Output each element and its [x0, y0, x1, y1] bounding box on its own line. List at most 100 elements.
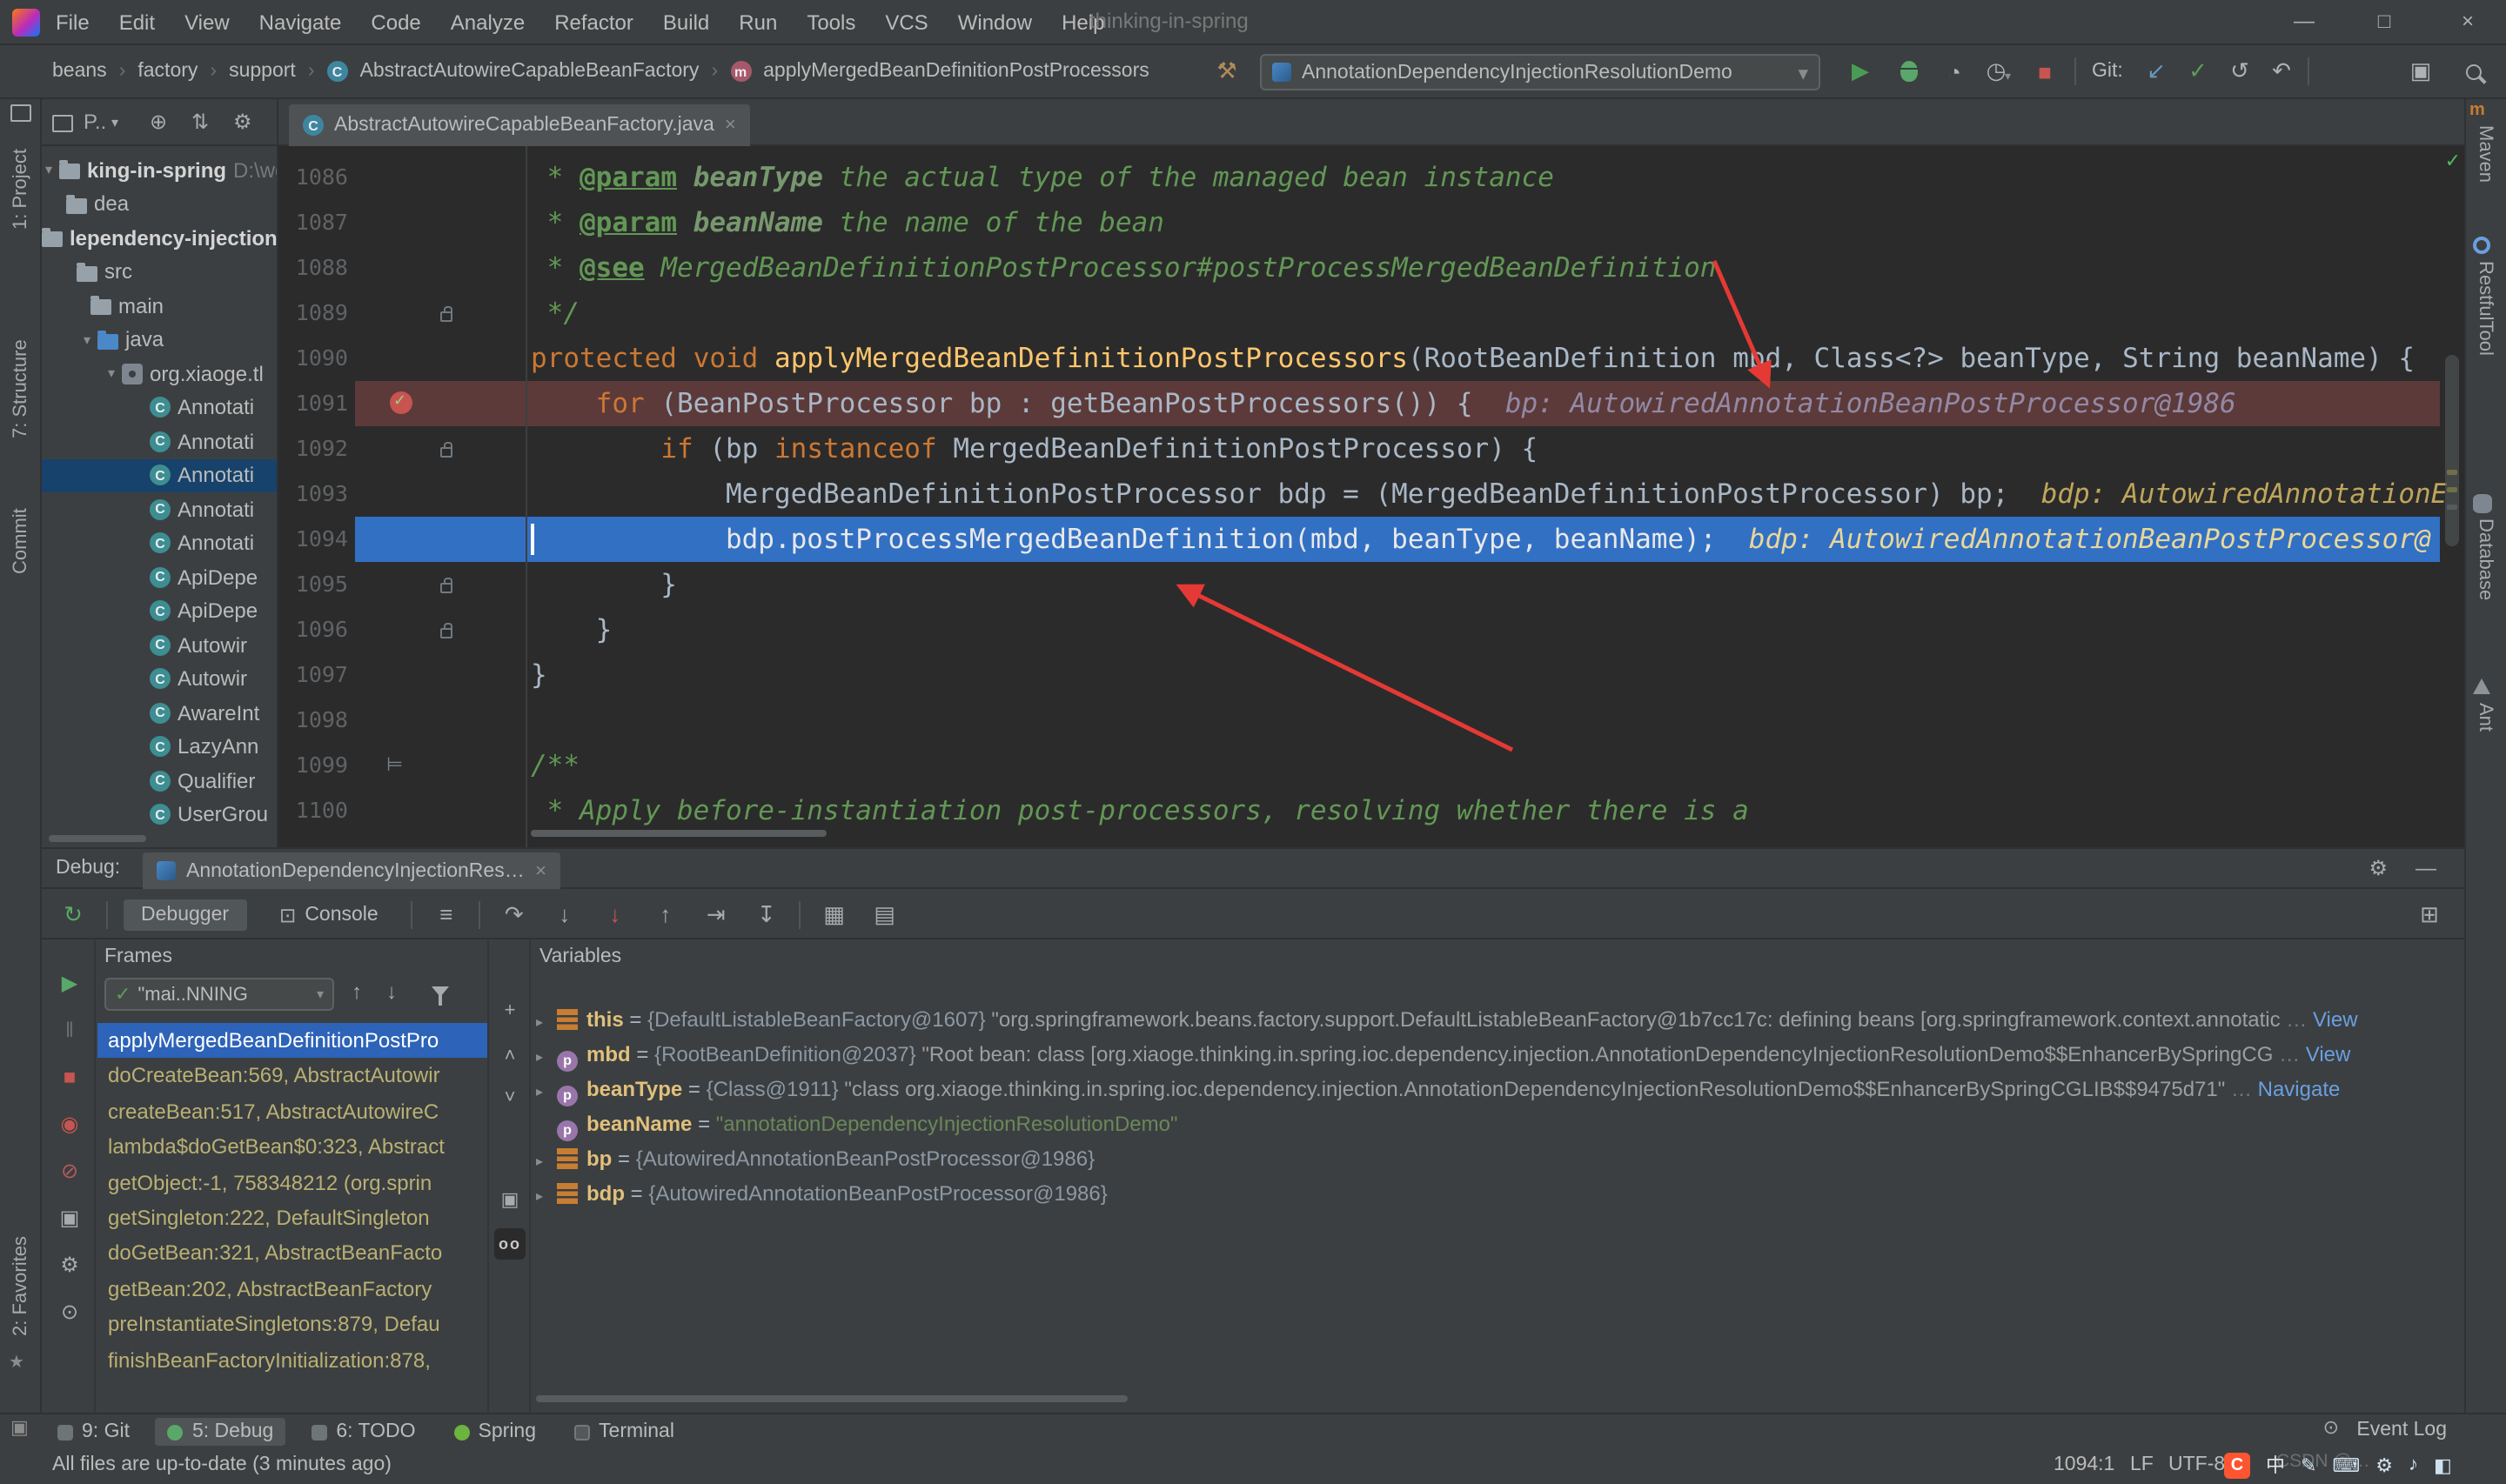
menu-edit[interactable]: Edit	[119, 10, 155, 34]
editor-horizontal-scrollbar[interactable]	[531, 830, 827, 837]
debug-session-tab[interactable]: AnnotationDependencyInjectionResolutio..…	[143, 852, 560, 889]
profiler-dropdown-icon[interactable]: ▾	[2005, 70, 2011, 84]
frame-row[interactable]: lambda$doGetBean$0:323, Abstract	[97, 1129, 487, 1164]
tree-item[interactable]: CLazyAnn	[42, 730, 277, 763]
coverage-button[interactable]: ◔	[1935, 52, 1973, 90]
frame-row[interactable]: doCreateBean:569, AbstractAutowir	[97, 1059, 487, 1093]
chevron-up-icon[interactable]: ˄	[494, 1040, 526, 1072]
resume-icon[interactable]: ▶	[56, 971, 84, 995]
layout-menu-icon[interactable]: ≡	[429, 901, 464, 927]
frame-row[interactable]: applyMergedBeanDefinitionPostPro	[97, 1023, 487, 1058]
tree-item[interactable]: CApiDepe	[42, 560, 277, 593]
menu-run[interactable]: Run	[739, 10, 777, 34]
code-line-1086[interactable]: 1086 * @param beanType the actual type o…	[278, 155, 2464, 200]
menu-analyze[interactable]: Analyze	[451, 10, 525, 34]
fold-marker-icon[interactable]	[440, 447, 452, 458]
maximize-button[interactable]: □	[2356, 0, 2412, 43]
step-over-icon[interactable]: ↷	[497, 900, 532, 928]
tree-item[interactable]: ▾king-in-spring D:\worl	[42, 153, 277, 186]
csdn-logo-icon[interactable]: C	[2224, 1452, 2250, 1478]
drop-frame-icon[interactable]: ↧	[749, 900, 784, 928]
statusbar-button-terminal[interactable]: Terminal	[562, 1418, 687, 1446]
mute-breakpoints-icon[interactable]: ⊘	[56, 1159, 84, 1183]
restful-tool-icon[interactable]	[2473, 237, 2490, 254]
stop-button[interactable]: ■	[2026, 52, 2064, 90]
sound-icon[interactable]: ♪	[2409, 1454, 2418, 1475]
settings-gear-icon[interactable]: ⚙	[233, 110, 252, 134]
frame-row[interactable]: getObject:-1, 758348212 (org.sprin	[97, 1165, 487, 1200]
tab-debugger[interactable]: Debugger	[124, 899, 246, 930]
line-separator[interactable]: LF	[2130, 1447, 2154, 1484]
pin-icon[interactable]: ⊙	[56, 1300, 84, 1324]
force-step-into-icon[interactable]: ↓	[598, 901, 633, 927]
code-line-1096[interactable]: 1096 }	[278, 607, 2464, 652]
editor-tab[interactable]: C AbstractAutowireCapableBeanFactory.jav…	[289, 104, 750, 146]
tree-item[interactable]: CAnnotati	[42, 526, 277, 559]
toolwindow-button--structure[interactable]: 7: Structure	[10, 339, 31, 438]
commit-button[interactable]: ✓	[2179, 52, 2217, 90]
expand-arrow-icon[interactable]: ▾	[84, 331, 90, 347]
tree-item[interactable]: dea	[42, 187, 277, 220]
debug-button[interactable]	[1890, 52, 1928, 90]
copy-icon[interactable]: ▣	[494, 1183, 526, 1214]
rollback-button[interactable]: ↶	[2262, 52, 2301, 90]
statusbar-button-spring[interactable]: Spring	[442, 1418, 549, 1446]
menu-file[interactable]: File	[56, 10, 90, 34]
fold-marker-icon[interactable]	[440, 583, 452, 593]
view-grid-icon[interactable]: ▦	[817, 900, 852, 928]
code-line-1095[interactable]: 1095 }	[278, 562, 2464, 607]
menu-window[interactable]: Window	[958, 10, 1032, 34]
filter-frames-icon[interactable]	[432, 986, 449, 997]
code-line-1100[interactable]: 1100 * Apply before-instantiation post-p…	[278, 788, 2464, 833]
window-layout-button[interactable]: ▣	[2402, 52, 2440, 90]
breadcrumb-item[interactable]: AbstractAutowireCapableBeanFactory	[360, 61, 700, 82]
next-frame-icon[interactable]: ↓	[386, 979, 397, 1004]
variable-row-mbd[interactable]: ▸pmbd = {RootBeanDefinition@2037} "Root …	[536, 1037, 2457, 1072]
breakpoint-icon[interactable]: ✓	[390, 391, 412, 414]
breadcrumb-item[interactable]: applyMergedBeanDefinitionPostProcessors	[763, 61, 1149, 82]
toolwindow-button-commit[interactable]: Commit	[10, 508, 31, 574]
value-view-link[interactable]: View	[2306, 1042, 2351, 1066]
settings-gear-icon[interactable]: ⚙	[2369, 856, 2388, 880]
tree-item[interactable]: CAnnotati	[42, 424, 277, 458]
bell-icon[interactable]: ⊙	[2323, 1416, 2339, 1439]
restore-layout-icon[interactable]: ⊞	[2412, 900, 2447, 928]
run-button[interactable]: ▶	[1841, 52, 1880, 90]
project-horizontal-scrollbar[interactable]	[49, 835, 146, 842]
code-line-1087[interactable]: 1087 * @param beanName the name of the b…	[278, 200, 2464, 245]
build-hammer-icon[interactable]: ⚒	[1208, 52, 1246, 90]
toolwindow-button--project[interactable]: 1: Project	[10, 149, 31, 230]
view-breakpoints-icon[interactable]: ◉	[56, 1112, 84, 1136]
code-line-1099[interactable]: 1099⊨/**	[278, 743, 2464, 788]
code-line-1088[interactable]: 1088 * @see MergedBeanDefinitionPostProc…	[278, 245, 2464, 291]
search-everywhere-button[interactable]	[2454, 52, 2492, 90]
toolwindow-button-maven[interactable]: Maven	[2475, 125, 2496, 183]
rerun-icon[interactable]: ↻	[56, 900, 90, 928]
tools-icon[interactable]: ⚙	[2375, 1454, 2393, 1476]
collapse-all-icon[interactable]: ⇅	[191, 110, 209, 134]
new-watch-icon[interactable]: +	[494, 995, 526, 1026]
code-line-1089[interactable]: 1089 */	[278, 291, 2464, 336]
tree-item[interactable]: CAnnotati	[42, 492, 277, 525]
tray-icon[interactable]: ◧	[2434, 1454, 2452, 1476]
column-divider[interactable]	[487, 939, 489, 1413]
breadcrumb-item[interactable]: factory	[137, 61, 198, 82]
variable-row-beanType[interactable]: ▸pbeanType = {Class@1911} "class org.xia…	[536, 1072, 2457, 1106]
frame-row[interactable]: getSingleton:222, DefaultSingleton	[97, 1200, 487, 1235]
tree-item[interactable]: lependency-injection	[42, 221, 277, 254]
code-line-1097[interactable]: 1097}	[278, 652, 2464, 698]
ime-language-icon[interactable]: 中	[2266, 1451, 2285, 1479]
locate-file-icon[interactable]: ⊕	[150, 110, 167, 134]
frame-row[interactable]: createBean:517, AbstractAutowireC	[97, 1094, 487, 1129]
stop-icon[interactable]: ■	[56, 1065, 84, 1089]
maven-icon[interactable]: m	[2469, 101, 2485, 120]
toolwindow-button-ant[interactable]: Ant	[2475, 703, 2496, 732]
hide-panel-icon[interactable]: —	[2416, 856, 2436, 880]
tree-item[interactable]: src	[42, 255, 277, 288]
code-line-1094[interactable]: 1094 bdp.postProcessMergedBeanDefinition…	[278, 517, 2464, 562]
fold-marker-icon[interactable]	[440, 311, 452, 322]
tree-item[interactable]: CAutowir	[42, 662, 277, 695]
project-view-selector[interactable]: P..	[84, 110, 106, 134]
frame-row[interactable]: preInstantiateSingletons:879, Defau	[97, 1307, 487, 1341]
tree-item[interactable]: ▾org.xiaoge.tl	[42, 357, 277, 390]
